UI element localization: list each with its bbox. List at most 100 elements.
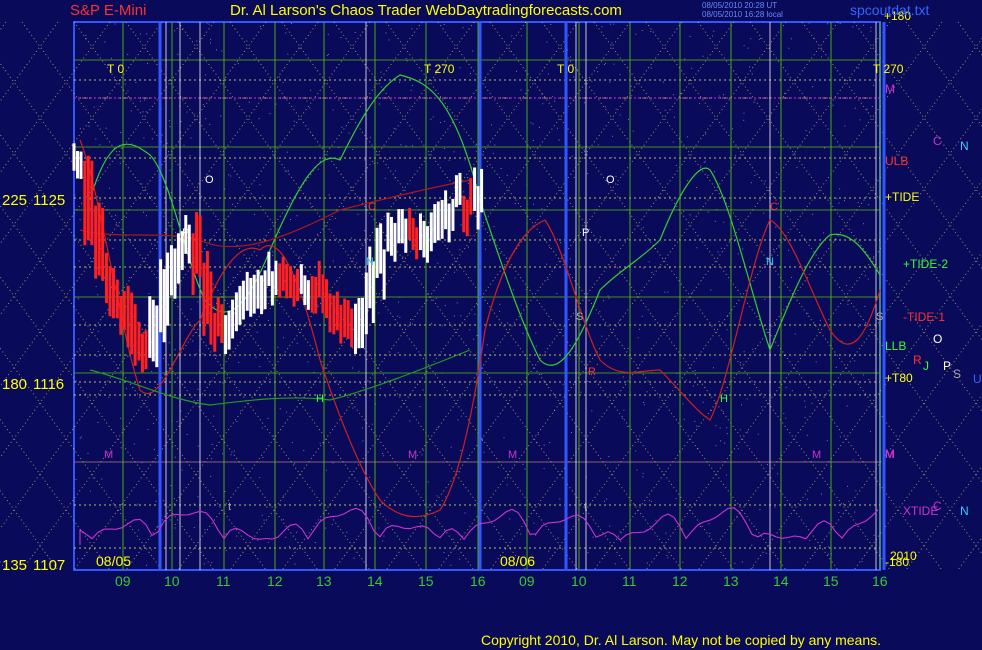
speckle bbox=[746, 398, 748, 400]
speckle bbox=[812, 213, 814, 215]
speckle bbox=[569, 258, 571, 260]
speckle bbox=[573, 76, 575, 78]
speckle bbox=[151, 371, 153, 372]
diag-line bbox=[801, 21, 982, 270]
speckle bbox=[356, 262, 358, 264]
hour-label: 10 bbox=[571, 573, 587, 589]
speckle bbox=[310, 206, 312, 208]
speckle bbox=[606, 498, 608, 500]
speckle bbox=[453, 271, 455, 273]
speckle bbox=[686, 180, 688, 182]
speckle bbox=[139, 33, 141, 35]
speckle bbox=[576, 69, 578, 71]
speckle bbox=[190, 137, 192, 139]
timestamp-ut: 08/05/2010 20:28 UT bbox=[702, 1, 778, 10]
grid-layer bbox=[0, 21, 982, 571]
speckle bbox=[269, 308, 271, 309]
speckle bbox=[197, 445, 199, 447]
speckle bbox=[78, 260, 80, 262]
speckle bbox=[773, 249, 775, 250]
speckle bbox=[204, 529, 206, 531]
speckle bbox=[431, 323, 433, 325]
speckle bbox=[512, 289, 514, 291]
speckle bbox=[293, 120, 295, 122]
speckle bbox=[272, 254, 274, 256]
speckle bbox=[719, 427, 721, 429]
speckle bbox=[256, 331, 258, 333]
speckle bbox=[445, 496, 447, 498]
speckle bbox=[683, 418, 685, 420]
speckle bbox=[791, 276, 792, 278]
speckle bbox=[469, 329, 471, 331]
speckle bbox=[180, 121, 182, 123]
speckle bbox=[520, 533, 522, 535]
speckle bbox=[399, 81, 401, 83]
speckle bbox=[839, 23, 841, 24]
speckle bbox=[437, 426, 439, 428]
speckle bbox=[369, 136, 371, 138]
speckle bbox=[167, 155, 169, 157]
hour-label: 16 bbox=[470, 573, 486, 589]
speckle bbox=[169, 519, 171, 521]
speckle bbox=[74, 289, 76, 290]
speckle bbox=[327, 33, 329, 35]
speckle bbox=[141, 183, 143, 185]
speckle bbox=[535, 332, 537, 334]
timestamp: 08/05/2010 20:28 UT 08/05/2010 16:28 loc… bbox=[702, 1, 783, 19]
speckle bbox=[397, 315, 399, 317]
speckle bbox=[289, 546, 290, 548]
speckle bbox=[120, 447, 122, 449]
speckle bbox=[97, 330, 99, 332]
speckle bbox=[291, 442, 293, 444]
speckle bbox=[436, 240, 438, 242]
chart-marker: N bbox=[366, 256, 374, 268]
speckle bbox=[233, 450, 235, 452]
speckle bbox=[412, 145, 414, 147]
speckle bbox=[459, 249, 461, 251]
speckle bbox=[543, 444, 545, 446]
speckle bbox=[820, 380, 822, 382]
speckle bbox=[341, 126, 343, 128]
speckle bbox=[605, 106, 606, 108]
speckle bbox=[870, 30, 872, 32]
speckle bbox=[608, 297, 610, 299]
speckle bbox=[447, 107, 448, 109]
speckle bbox=[410, 89, 412, 91]
speckle bbox=[619, 319, 621, 321]
date-label: 08/05 bbox=[96, 553, 131, 569]
speckle bbox=[710, 289, 712, 291]
speckle bbox=[507, 322, 508, 324]
speckle bbox=[97, 421, 99, 423]
speckle bbox=[835, 366, 837, 368]
speckle bbox=[858, 326, 859, 328]
speckle bbox=[855, 490, 857, 492]
speckle bbox=[285, 536, 287, 538]
speckle bbox=[181, 469, 183, 471]
speckle bbox=[691, 67, 693, 69]
speckle bbox=[643, 267, 645, 269]
chart-marker: P bbox=[582, 227, 589, 239]
speckle bbox=[238, 361, 240, 363]
speckle bbox=[641, 30, 643, 31]
speckle bbox=[224, 491, 226, 492]
speckle bbox=[168, 342, 170, 344]
speckle bbox=[174, 349, 176, 351]
speckle bbox=[509, 50, 511, 52]
speckle bbox=[75, 479, 77, 481]
speckle bbox=[619, 114, 621, 116]
hour-label: 13 bbox=[316, 573, 332, 589]
speckle bbox=[327, 53, 329, 55]
chart-marker: H bbox=[316, 393, 324, 405]
speckle bbox=[864, 305, 866, 307]
speckle bbox=[468, 458, 470, 460]
speckle bbox=[737, 253, 739, 255]
speckle bbox=[601, 26, 603, 28]
speckle bbox=[356, 504, 358, 506]
speckle bbox=[267, 417, 269, 419]
speckle bbox=[170, 485, 172, 487]
speckle bbox=[213, 415, 215, 417]
speckle bbox=[752, 567, 754, 569]
speckle bbox=[156, 526, 158, 528]
speckle bbox=[357, 213, 359, 215]
diag-line bbox=[0, 21, 111, 174]
